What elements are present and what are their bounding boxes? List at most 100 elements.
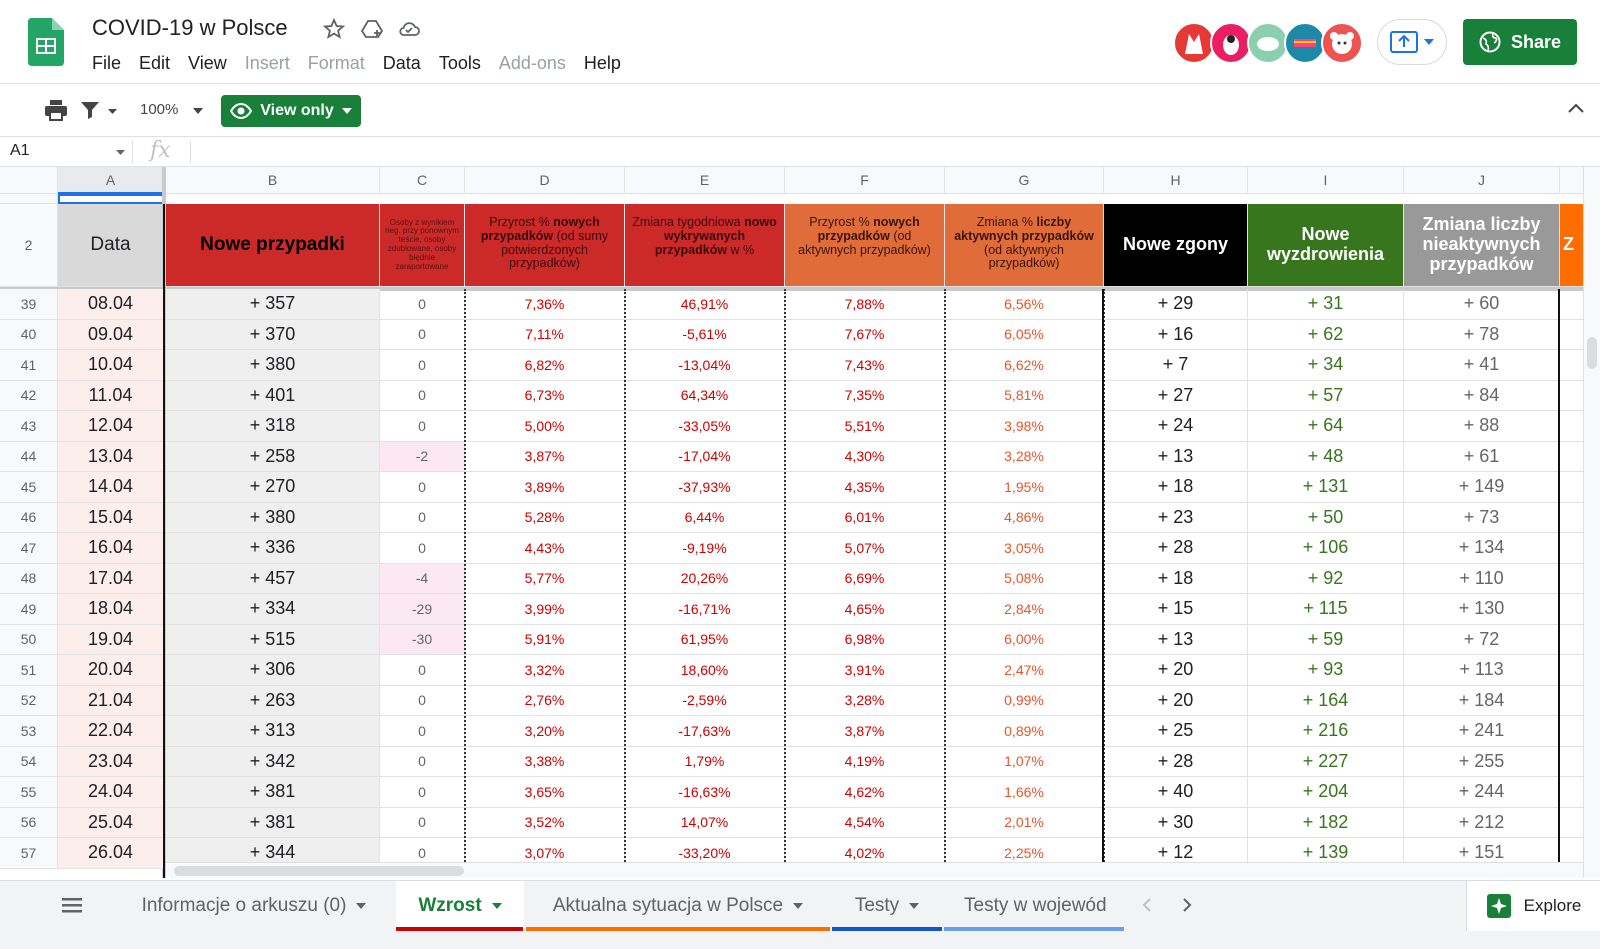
cell-nowe-wyzdrowienia[interactable]: + 92: [1248, 563, 1404, 594]
cell-przyrost-aktywnych[interactable]: 7,88%: [785, 289, 945, 320]
cell-przyrost-aktywnych[interactable]: 4,19%: [785, 746, 945, 777]
cell-nowe-zgony[interactable]: + 20: [1104, 655, 1248, 686]
chevron-down-icon[interactable]: [108, 109, 117, 114]
sheet-tab-testy[interactable]: Testy: [832, 881, 942, 931]
date-cell[interactable]: 25.04: [58, 807, 164, 838]
cell-przyrost-aktywnych[interactable]: 4,62%: [785, 777, 945, 808]
cell-nowe-wyzdrowienia[interactable]: + 216: [1248, 716, 1404, 747]
menu-view[interactable]: View: [188, 53, 227, 74]
cell-nowe-wyzdrowienia[interactable]: + 50: [1248, 502, 1404, 533]
cell-nowe-przypadki[interactable]: + 357: [166, 289, 380, 320]
cell-nowe-przypadki[interactable]: + 457: [166, 563, 380, 594]
cell-przyrost-aktywnych[interactable]: 4,65%: [785, 594, 945, 625]
cell-przyrost-sumy[interactable]: 3,99%: [465, 594, 625, 625]
sheet-tab-informacje[interactable]: Informacje o arkuszu (0): [114, 881, 394, 931]
cell-nowe-przypadki[interactable]: + 370: [166, 319, 380, 350]
row-header[interactable]: 40: [0, 319, 58, 350]
cell-korekta[interactable]: 0: [380, 533, 465, 564]
row-header[interactable]: 44: [0, 441, 58, 472]
cell-nowe-wyzdrowienia[interactable]: + 204: [1248, 777, 1404, 808]
row-header[interactable]: 42: [0, 380, 58, 411]
cell-zmiana-nieaktywnych[interactable]: + 78: [1404, 319, 1560, 350]
vertical-scrollbar[interactable]: [1583, 167, 1600, 878]
cell-nowe-wyzdrowienia[interactable]: + 34: [1248, 350, 1404, 381]
sheets-logo-icon[interactable]: [28, 18, 64, 66]
cell-zmiana-tygodniowa[interactable]: -2,59%: [625, 685, 785, 716]
row-header[interactable]: 50: [0, 624, 58, 655]
cell-przyrost-sumy[interactable]: 3,20%: [465, 716, 625, 747]
cell-zmiana-nieaktywnych[interactable]: + 73: [1404, 502, 1560, 533]
date-cell[interactable]: 08.04: [58, 289, 164, 320]
cell-zmiana-nieaktywnych[interactable]: + 60: [1404, 289, 1560, 320]
cell-k[interactable]: [1560, 625, 1583, 655]
cell-korekta[interactable]: 0: [380, 746, 465, 777]
cell-zmiana-nieaktywnych[interactable]: + 184: [1404, 685, 1560, 716]
cell-nowe-wyzdrowienia[interactable]: + 115: [1248, 594, 1404, 625]
cell-zmiana-aktywnych[interactable]: 1,07%: [945, 746, 1104, 777]
cell-zmiana-tygodniowa[interactable]: 18,60%: [625, 655, 785, 686]
date-cell[interactable]: 23.04: [58, 746, 164, 777]
cell-nowe-przypadki[interactable]: + 313: [166, 716, 380, 747]
date-cell[interactable]: 24.04: [58, 777, 164, 808]
cell-nowe-zgony[interactable]: + 18: [1104, 472, 1248, 503]
row-header[interactable]: 47: [0, 533, 58, 564]
cell-nowe-przypadki[interactable]: + 380: [166, 502, 380, 533]
row-header[interactable]: 46: [0, 502, 58, 533]
cell-korekta[interactable]: -4: [380, 563, 465, 594]
column-header-e[interactable]: E: [625, 167, 785, 194]
cell-przyrost-aktywnych[interactable]: 5,07%: [785, 533, 945, 564]
cell-przyrost-sumy[interactable]: 5,28%: [465, 502, 625, 533]
cell-nowe-przypadki[interactable]: + 258: [166, 441, 380, 472]
cell-korekta[interactable]: 0: [380, 472, 465, 503]
cell-korekta[interactable]: -30: [380, 624, 465, 655]
formula-input[interactable]: [200, 137, 1580, 166]
row-header[interactable]: 54: [0, 746, 58, 777]
cell-nowe-wyzdrowienia[interactable]: + 131: [1248, 472, 1404, 503]
name-box[interactable]: A1: [10, 142, 30, 160]
star-icon[interactable]: [322, 17, 346, 41]
scroll-tabs-left-icon[interactable]: [1142, 897, 1152, 913]
date-cell[interactable]: 11.04: [58, 380, 164, 411]
cell-przyrost-aktywnych[interactable]: 3,87%: [785, 716, 945, 747]
menu-file[interactable]: File: [92, 53, 121, 74]
cell-nowe-wyzdrowienia[interactable]: + 57: [1248, 380, 1404, 411]
cell-k[interactable]: [1560, 777, 1583, 808]
cell-przyrost-sumy[interactable]: 5,77%: [465, 563, 625, 594]
move-to-drive-icon[interactable]: [360, 17, 384, 41]
cell-zmiana-tygodniowa[interactable]: 1,79%: [625, 746, 785, 777]
horizontal-scrollbar[interactable]: [166, 862, 1583, 878]
cell-zmiana-aktywnych[interactable]: 4,86%: [945, 502, 1104, 533]
cell-nowe-zgony[interactable]: + 16: [1104, 319, 1248, 350]
menu-data[interactable]: Data: [383, 53, 421, 74]
cell-zmiana-tygodniowa[interactable]: -16,63%: [625, 777, 785, 808]
row-header[interactable]: 52: [0, 685, 58, 716]
date-cell[interactable]: 13.04: [58, 441, 164, 472]
cell-zmiana-nieaktywnych[interactable]: + 134: [1404, 533, 1560, 564]
cell-nowe-przypadki[interactable]: + 381: [166, 777, 380, 808]
cell-zmiana-tygodniowa[interactable]: 64,34%: [625, 380, 785, 411]
avatar[interactable]: [1210, 22, 1252, 64]
all-sheets-icon[interactable]: [62, 897, 82, 913]
cell-zmiana-nieaktywnych[interactable]: + 41: [1404, 350, 1560, 381]
cell-nowe-zgony[interactable]: + 15: [1104, 594, 1248, 625]
cell-zmiana-aktywnych[interactable]: 6,56%: [945, 289, 1104, 320]
scrollbar-thumb[interactable]: [1587, 337, 1597, 369]
cell-nowe-wyzdrowienia[interactable]: + 62: [1248, 319, 1404, 350]
cell-przyrost-aktywnych[interactable]: 7,35%: [785, 380, 945, 411]
cell-k[interactable]: [1560, 747, 1583, 777]
cell-nowe-wyzdrowienia[interactable]: + 106: [1248, 533, 1404, 564]
cell-zmiana-aktywnych[interactable]: 2,47%: [945, 655, 1104, 686]
cell-k[interactable]: [1560, 411, 1583, 442]
cell-nowe-przypadki[interactable]: + 263: [166, 685, 380, 716]
avatar[interactable]: [1284, 22, 1326, 64]
cell-nowe-wyzdrowienia[interactable]: + 64: [1248, 411, 1404, 442]
cell-zmiana-nieaktywnych[interactable]: + 241: [1404, 716, 1560, 747]
date-cell[interactable]: 17.04: [58, 563, 164, 594]
cell-korekta[interactable]: 0: [380, 777, 465, 808]
column-header-b[interactable]: B: [166, 167, 380, 194]
cell-k[interactable]: [1560, 503, 1583, 533]
cell-nowe-przypadki[interactable]: + 515: [166, 624, 380, 655]
cell-nowe-przypadki[interactable]: + 318: [166, 411, 380, 442]
menu-help[interactable]: Help: [584, 53, 621, 74]
cell-k[interactable]: [1560, 564, 1583, 594]
